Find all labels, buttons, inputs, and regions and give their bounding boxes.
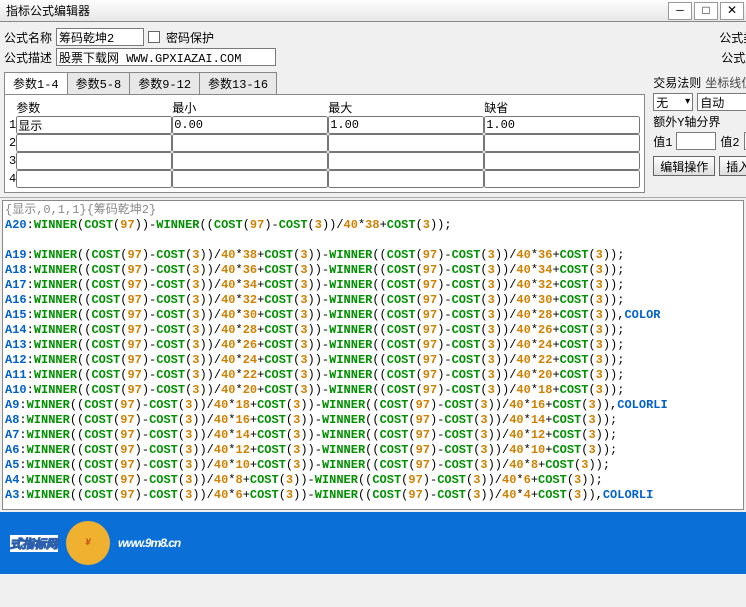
code-line: A8:WINNER((COST(97)-COST(3))/40*16+COST(…: [5, 413, 741, 428]
param-tabs: 参数1-4 参数5-8 参数9-12 参数13-16: [4, 72, 645, 94]
auto-select[interactable]: 自动: [697, 93, 746, 111]
code-line: A9:WINNER((COST(97)-COST(3))/40*18+COST(…: [5, 398, 741, 413]
coord-hint: 坐标线位置,最多6个,用分号分隔: [705, 74, 746, 91]
code-line: A3:WINNER((COST(97)-COST(3))/40*6+COST(3…: [5, 488, 741, 503]
code-line: A5:WINNER((COST(97)-COST(3))/40*10+COST(…: [5, 458, 741, 473]
code-line: A6:WINNER((COST(97)-COST(3))/40*12+COST(…: [5, 443, 741, 458]
code-line: A15:WINNER((COST(97)-COST(3))/40*30+COST…: [5, 308, 741, 323]
formula-name-field[interactable]: [56, 28, 144, 46]
p4-name[interactable]: [16, 170, 172, 188]
minimize-button[interactable]: ─: [668, 2, 692, 20]
maximize-button[interactable]: □: [694, 2, 718, 20]
footer-url: www.9m8.cn: [118, 536, 180, 550]
desc-field[interactable]: [56, 48, 276, 66]
params-grid: 参数 最小 最大 缺省 1 2 3 4: [4, 94, 645, 193]
code-header: {显示,0,1,1}{筹码乾坤2}: [5, 203, 741, 218]
label-ver: 公式版本: [721, 49, 746, 66]
label-rule: 交易法则: [653, 74, 701, 91]
code-line: A19:WINNER((COST(97)-COST(3))/40*38+COST…: [5, 248, 741, 263]
rule-select[interactable]: 无: [653, 93, 693, 111]
form-area: 公式名称 密码保护 公式类型 股海网WWW.GU 画线方法 副图 公式描述 公式…: [0, 22, 746, 198]
code-line: A10:WINNER((COST(97)-COST(3))/40*20+COST…: [5, 383, 741, 398]
code-line: A4:WINNER((COST(97)-COST(3))/40*8+COST(3…: [5, 473, 741, 488]
code-line: A20:WINNER(COST(97))-WINNER((COST(97)-CO…: [5, 218, 741, 233]
param-row: 4: [9, 170, 640, 188]
label-desc: 公式描述: [4, 49, 52, 66]
param-row: 3: [9, 152, 640, 170]
code-line: A12:WINNER((COST(97)-COST(3))/40*24+COST…: [5, 353, 741, 368]
insert-fn-button[interactable]: 插入函数: [719, 156, 746, 176]
titlebar: 指标公式编辑器 ─ □ ✕: [0, 0, 746, 22]
label-pwd: 密码保护: [166, 29, 214, 46]
window-title: 指标公式编辑器: [2, 2, 666, 19]
label-extra-y: 额外Y轴分界: [653, 113, 720, 130]
tab-params-5-8[interactable]: 参数5-8: [67, 72, 131, 94]
footer-cn-text: 式指标网: [10, 535, 58, 552]
code-line: A17:WINNER((COST(97)-COST(3))/40*34+COST…: [5, 278, 741, 293]
code-line: [5, 233, 741, 248]
param-row: 1: [9, 116, 640, 134]
tab-params-9-12[interactable]: 参数9-12: [129, 72, 200, 94]
code-line: A14:WINNER((COST(97)-COST(3))/40*28+COST…: [5, 323, 741, 338]
label-formula-name: 公式名称: [4, 29, 52, 46]
edit-op-button[interactable]: 编辑操作: [653, 156, 715, 176]
pwd-checkbox[interactable]: [148, 31, 160, 43]
code-line: A16:WINNER((COST(97)-COST(3))/40*32+COST…: [5, 293, 741, 308]
p2-name[interactable]: [16, 134, 172, 152]
label-type: 公式类型: [719, 29, 746, 46]
p1-def[interactable]: [484, 116, 640, 134]
p3-name[interactable]: [16, 152, 172, 170]
p1-max[interactable]: [328, 116, 484, 134]
code-line: A11:WINNER((COST(97)-COST(3))/40*22+COST…: [5, 368, 741, 383]
coin-icon: ¥: [66, 521, 110, 565]
tab-params-13-16[interactable]: 参数13-16: [199, 72, 277, 94]
close-button[interactable]: ✕: [720, 2, 744, 20]
code-line: A18:WINNER((COST(97)-COST(3))/40*36+COST…: [5, 263, 741, 278]
v1-field[interactable]: [676, 132, 716, 150]
footer-banner: 式指标网 ¥ www.9m8.cn: [0, 512, 746, 574]
p1-name[interactable]: [16, 116, 172, 134]
param-row: 2: [9, 134, 640, 152]
code-line: A7:WINNER((COST(97)-COST(3))/40*14+COST(…: [5, 428, 741, 443]
code-line: A13:WINNER((COST(97)-COST(3))/40*26+COST…: [5, 338, 741, 353]
code-editor[interactable]: {显示,0,1,1}{筹码乾坤2} A20:WINNER(COST(97))-W…: [2, 200, 744, 510]
p1-min[interactable]: [172, 116, 328, 134]
tab-params-1-4[interactable]: 参数1-4: [4, 72, 68, 94]
